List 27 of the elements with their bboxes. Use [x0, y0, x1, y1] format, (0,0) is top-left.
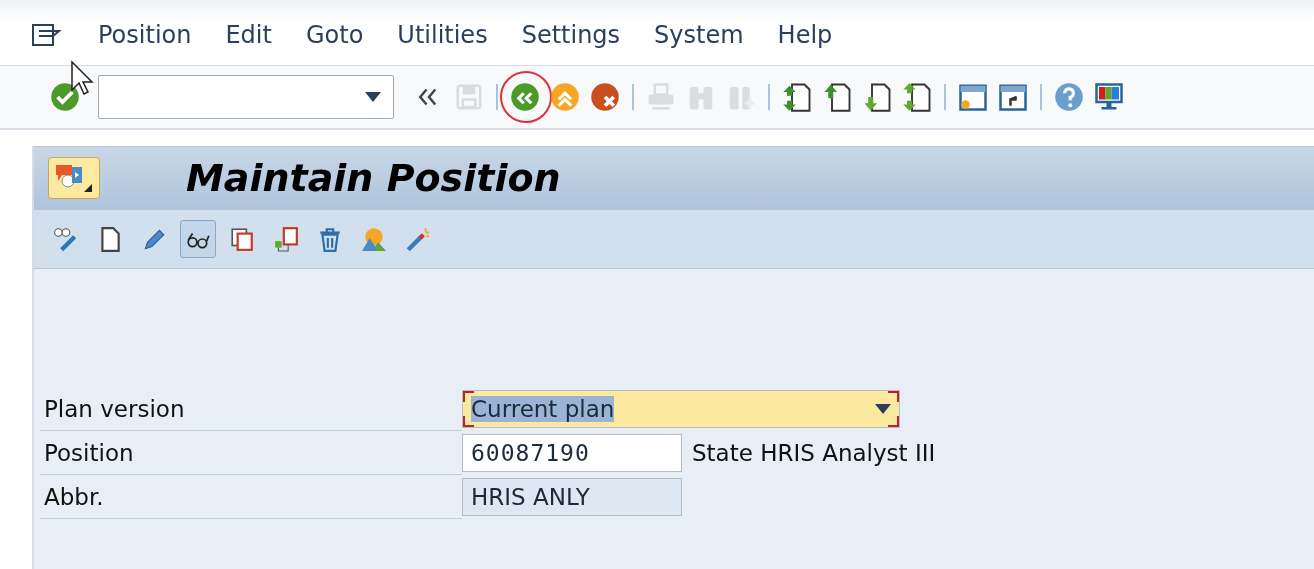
enter-icon[interactable] — [48, 80, 82, 114]
caret-icon[interactable] — [365, 92, 381, 102]
command-field[interactable] — [98, 75, 394, 119]
field-description: State HRIS Analyst III — [692, 440, 936, 466]
display-icon[interactable] — [180, 220, 216, 258]
back-icon[interactable] — [508, 80, 542, 114]
menu-item[interactable]: Help — [777, 20, 833, 49]
menu-item[interactable]: Utilities — [397, 20, 488, 49]
menu-item[interactable]: Settings — [521, 20, 621, 49]
screen-menu-button[interactable] — [48, 157, 100, 199]
input-field[interactable]: 60087190 — [462, 434, 682, 472]
caret-icon[interactable] — [875, 404, 891, 414]
help-icon[interactable] — [1052, 80, 1086, 114]
screen-title: Maintain Position — [186, 156, 561, 200]
menu-item[interactable]: Edit — [225, 20, 272, 49]
system-menu-icon[interactable] — [30, 21, 64, 48]
menu-item[interactable]: System — [654, 20, 744, 49]
exit-icon[interactable] — [548, 80, 582, 114]
field-label: Position — [40, 431, 462, 475]
cancel-icon[interactable] — [588, 80, 622, 114]
field-label: Plan version — [40, 387, 462, 431]
menu-icon — [54, 162, 94, 194]
field-label: Abbr. — [40, 475, 462, 519]
menu-item[interactable]: Goto — [305, 20, 364, 49]
readonly-field: HRIS ANLY — [462, 478, 682, 516]
menu-item[interactable]: Position — [98, 20, 192, 49]
dropdown-field[interactable]: Current plan — [462, 390, 900, 428]
